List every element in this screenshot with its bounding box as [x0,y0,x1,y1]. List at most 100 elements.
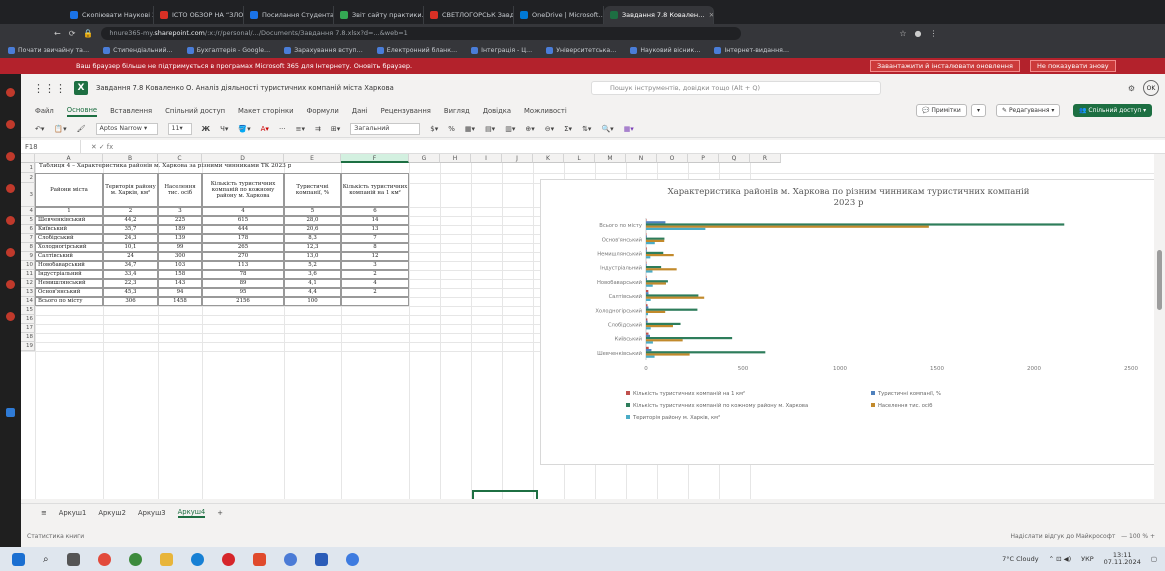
app-icon[interactable] [345,552,359,566]
sidebar-app-icon[interactable] [6,280,15,289]
column-header[interactable]: N [626,154,657,163]
row-header[interactable]: 3 [21,183,35,207]
fx-icon[interactable]: ✕ ✓ fx [81,143,113,151]
reload-icon[interactable]: ⟳ [69,29,76,38]
name-box[interactable]: F18 [21,139,81,154]
search-icon[interactable]: ⌕ [43,554,49,565]
sidebar-app-icon[interactable] [6,88,15,97]
row-header[interactable]: 1 [21,163,35,173]
bookmark-item[interactable]: Електронний бланк… [376,46,457,54]
sidebar-app-icon[interactable] [6,248,15,257]
row-header[interactable]: 7 [21,234,35,243]
scroll-thumb[interactable] [1157,250,1162,310]
row-header[interactable]: 4 [21,207,35,216]
merge-icon[interactable]: ⊞▾ [331,125,340,133]
settings-icon[interactable]: ⚙ [1128,84,1135,93]
edge-icon[interactable] [190,552,204,566]
column-header[interactable]: F [341,154,409,163]
catchup-button[interactable]: ▾ [971,104,987,117]
search-input[interactable]: Пошук інструментів, довідки тощо (Alt + … [591,81,881,95]
row-header[interactable]: 13 [21,288,35,297]
embedded-chart[interactable]: Характеристика районів м. Харкова по різ… [540,179,1154,465]
column-header[interactable]: O [657,154,688,163]
account-avatar[interactable]: OK [1143,80,1159,96]
ribbon-tab[interactable]: Спільний доступ [165,107,225,115]
font-size-select[interactable]: 11 ▾ [167,122,192,135]
browser-tab[interactable]: Звіт сайту практики…× [334,5,424,24]
row-header[interactable]: 19 [21,342,35,351]
tray-icons[interactable]: ⌃ ⊡ ◀) [1049,555,1072,563]
ribbon-tab[interactable]: Довідка [483,107,511,115]
row-header[interactable]: 9 [21,252,35,261]
chrome-icon[interactable] [97,552,111,566]
column-header[interactable]: J [502,154,533,163]
select-all-corner[interactable] [21,154,35,163]
bookmark-item[interactable]: Зарахування вступ… [284,46,363,54]
file-explorer-icon[interactable] [159,552,173,566]
bookmark-item[interactable]: Науковий вісник… [630,46,700,54]
update-browser-button[interactable]: Завантажити й інсталювати оновлення [870,60,1020,72]
browser-tab[interactable]: OneDrive | Microsoft…× [514,5,604,24]
active-cell-cursor[interactable] [472,490,538,499]
wrap-icon[interactable]: ⇉ [315,125,321,133]
column-header[interactable]: P [688,154,719,163]
browser-tab[interactable]: Завдання 7.8 Ковален… × [604,5,714,24]
fill-color-icon[interactable]: 🪣▾ [238,125,250,133]
row-header[interactable]: 18 [21,333,35,342]
spreadsheet-grid[interactable]: A B C D E F G H I J K L M N O P Q R 1 2 3 4 5 6 7 8 9 10 11 12 13 14 15 1… [21,154,1154,499]
row-header[interactable]: 14 [21,297,35,306]
column-header[interactable]: R [750,154,781,163]
find-icon[interactable]: 🔍▾ [601,125,613,133]
row-header[interactable]: 16 [21,315,35,324]
browser-tab[interactable]: ІСТО ОБЗОР НА “ЗЛО…× [154,5,244,24]
profile-icon[interactable]: ● [915,29,922,38]
conditional-format-icon[interactable]: ▦▾ [465,125,475,133]
format-painter-icon[interactable]: 🖌 [77,125,86,133]
number-format-select[interactable]: Загальний [350,122,421,135]
editing-mode-button[interactable]: ✎ Редагування ▾ [996,104,1061,117]
sort-icon[interactable]: ⇅▾ [582,125,591,133]
cell-styles-icon[interactable]: ▥▾ [505,125,515,133]
back-icon[interactable]: ← [54,29,61,38]
column-header[interactable]: M [595,154,626,163]
chart-svg[interactable]: Характеристика районів м. Харкова по різ… [541,180,1154,466]
browser-tab[interactable]: Скопіювати Наукові 2…× [64,5,154,24]
undo-icon[interactable]: ↶▾ [35,125,44,133]
bookmark-item[interactable]: Університетська… [546,46,616,54]
underline-icon[interactable]: Ч▾ [220,125,228,133]
sum-icon[interactable]: Σ▾ [564,125,572,133]
ribbon-tab[interactable]: Рецензування [381,107,431,115]
column-header[interactable]: E [284,154,341,163]
app-icon[interactable] [314,552,328,566]
file-title[interactable]: Завдання 7.8 Коваленко О. Аналіз діяльно… [96,84,394,92]
windows-start-icon[interactable] [12,552,25,566]
ribbon-tab[interactable]: Можливості [524,107,567,115]
row-header[interactable]: 5 [21,216,35,225]
font-color-icon[interactable]: A▾ [261,125,269,133]
bookmark-item[interactable]: Бухгалтерія - Google… [186,46,270,54]
align-icon[interactable]: ≡▾ [296,125,305,133]
ribbon-tab[interactable]: Вставлення [110,107,152,115]
formula-input[interactable] [113,140,1165,154]
dont-show-again-button[interactable]: Не показувати знову [1030,60,1116,72]
column-header[interactable]: Q [719,154,750,163]
browser-tab[interactable]: СВЕТЛОГОРСЬК Завдання…× [424,5,514,24]
star-icon[interactable]: ☆ [899,29,906,38]
insert-cells-icon[interactable]: ⊕▾ [525,125,534,133]
delete-cells-icon[interactable]: ⊖▾ [545,125,554,133]
add-sheet-button[interactable]: + [217,509,223,517]
column-header[interactable]: L [564,154,595,163]
zoom-level[interactable]: 100 % [1129,533,1148,540]
currency-icon[interactable]: $▾ [430,125,438,133]
column-header[interactable]: I [471,154,502,163]
column-header[interactable]: H [440,154,471,163]
ribbon-tab[interactable]: Дані [352,107,368,115]
bold-icon[interactable]: Ж [202,125,211,133]
chrome-profile-icon[interactable] [128,552,142,566]
row-header[interactable]: 12 [21,279,35,288]
column-header[interactable]: B [103,154,158,163]
percent-icon[interactable]: % [448,125,455,133]
row-header[interactable]: 6 [21,225,35,234]
row-header[interactable]: 15 [21,306,35,315]
sheet-tab[interactable]: Аркуш4 [177,508,206,518]
